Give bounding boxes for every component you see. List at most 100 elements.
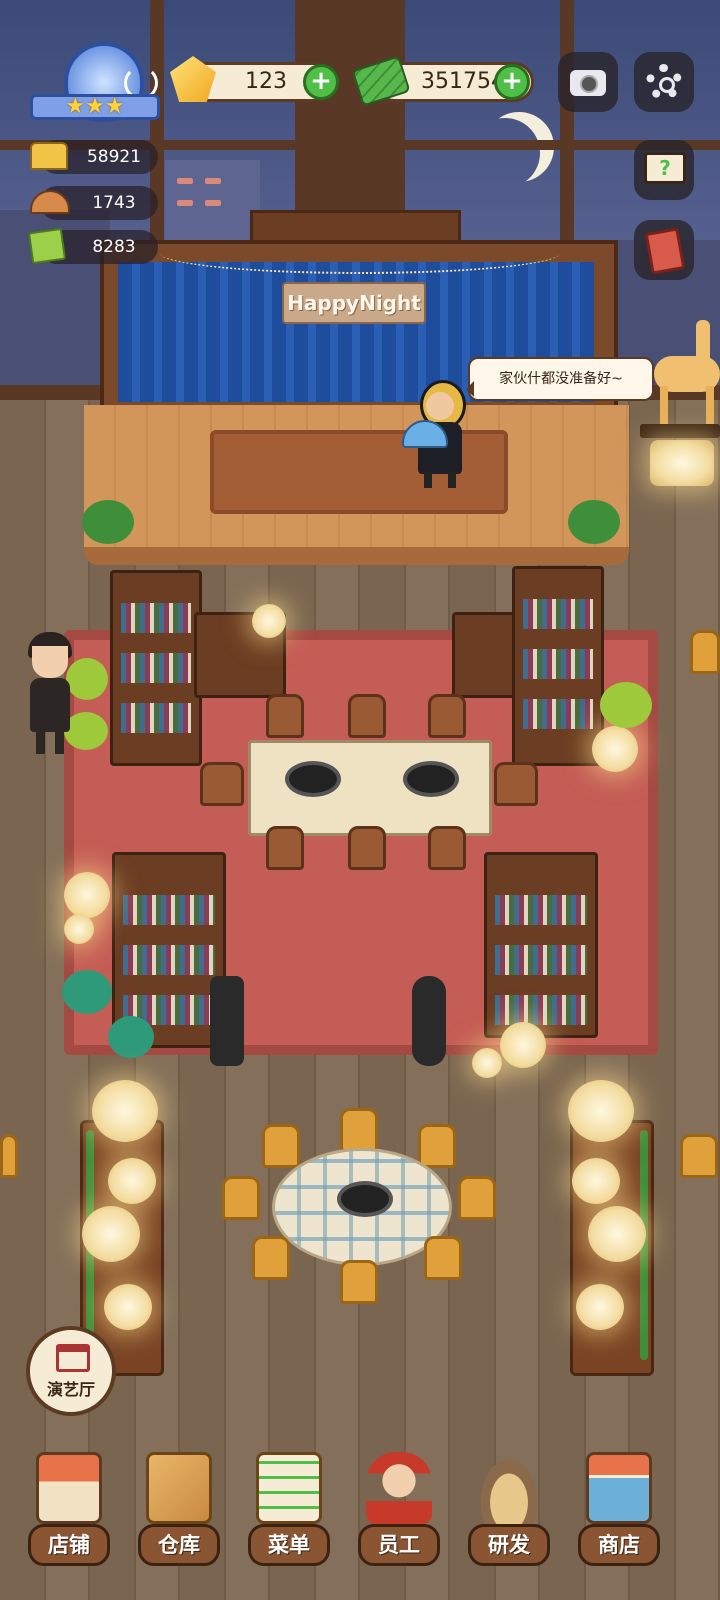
gear-icon: [646, 64, 682, 100]
bookshelf[interactable]: [484, 852, 598, 1038]
store-icon: [586, 1452, 652, 1524]
chair[interactable]: [252, 1236, 290, 1280]
long-dining-table[interactable]: [248, 740, 492, 836]
teal-bush: [108, 1016, 154, 1058]
chair[interactable]: [266, 694, 304, 738]
star-icon: ★★★: [65, 94, 125, 119]
orb-lamp: [104, 1284, 152, 1330]
chair[interactable]: [340, 1108, 378, 1152]
nav-staff[interactable]: 员工: [354, 1452, 444, 1580]
performer-face: [426, 392, 454, 420]
book-icon: [27, 227, 67, 265]
books: [523, 649, 593, 679]
bookshelf[interactable]: [110, 570, 202, 766]
bookshelf[interactable]: [512, 566, 604, 766]
books: [121, 603, 191, 633]
stage-plant: [82, 500, 134, 544]
waiter-character[interactable]: [24, 632, 76, 756]
nav-label: 店铺: [28, 1524, 110, 1566]
deer-pedestal: [640, 424, 720, 438]
nav-storage[interactable]: 仓库: [134, 1452, 224, 1580]
settings-button[interactable]: [634, 52, 694, 112]
staff-icon: [366, 1452, 432, 1524]
shop-icon: [36, 1452, 102, 1524]
books: [495, 945, 587, 975]
hotpot: [337, 1181, 393, 1217]
chair[interactable]: [428, 694, 466, 738]
orb-lamp: [568, 1080, 634, 1142]
waiter-face: [32, 646, 68, 678]
chair[interactable]: [494, 762, 538, 806]
chair[interactable]: [680, 1134, 718, 1178]
books: [523, 599, 593, 629]
chair[interactable]: [348, 826, 386, 870]
camera-button[interactable]: [558, 52, 618, 112]
moon: [470, 118, 540, 188]
chair[interactable]: [0, 1134, 18, 1178]
camera-icon: [570, 70, 606, 96]
recipe-book-button[interactable]: [634, 220, 694, 280]
add-gems-button[interactable]: +: [303, 64, 339, 100]
deer-leg: [660, 386, 668, 426]
guide-button[interactable]: ?: [634, 140, 694, 200]
theater-hall-label: 演艺厅: [46, 1380, 95, 1399]
theater-hall-button[interactable]: 演艺厅: [26, 1326, 116, 1416]
research-icon: [476, 1452, 542, 1524]
add-cash-button[interactable]: +: [494, 64, 530, 100]
string-lights: [160, 232, 560, 274]
hotpot: [403, 761, 459, 797]
gem-count: 123: [245, 69, 287, 94]
green-bush: [600, 682, 652, 728]
chair[interactable]: [428, 826, 466, 870]
recipe-count: 8283: [92, 237, 136, 257]
nav-menu[interactable]: 菜单: [244, 1452, 334, 1580]
theater-icon: [56, 1344, 90, 1372]
chair[interactable]: [458, 1176, 496, 1220]
chair[interactable]: [266, 826, 304, 870]
cash-count: 351754: [421, 69, 505, 94]
deer-leg: [706, 386, 714, 426]
orb-lamp: [108, 1158, 156, 1204]
chair[interactable]: [200, 762, 244, 806]
nav-store[interactable]: 商店: [574, 1452, 664, 1580]
level-badge[interactable]: ★★★: [30, 36, 160, 126]
chair[interactable]: [348, 694, 386, 738]
waiter-uniform: [30, 678, 70, 732]
orb-lamp: [576, 1284, 624, 1330]
stage-sign: HappyNight: [282, 282, 426, 324]
chair[interactable]: [418, 1124, 456, 1168]
orb-lamp: [82, 1206, 140, 1262]
books: [121, 703, 191, 733]
tall-vase[interactable]: [210, 976, 244, 1066]
seat-count: 58921: [86, 147, 142, 167]
books: [495, 895, 587, 925]
orb-lamp: [64, 914, 94, 944]
books: [123, 895, 215, 925]
storage-icon: [146, 1452, 212, 1524]
teal-bush: [62, 970, 112, 1014]
guide-book-icon: ?: [644, 152, 686, 184]
chair[interactable]: [262, 1124, 300, 1168]
dish-count: 1743: [92, 193, 136, 213]
menu-icon: [256, 1452, 322, 1524]
tall-vase[interactable]: [412, 976, 446, 1066]
nav-shop[interactable]: 店铺: [24, 1452, 114, 1580]
waiter-legs: [36, 730, 64, 754]
nav-label: 菜单: [248, 1524, 330, 1566]
orb-lamp: [64, 872, 110, 918]
books: [523, 699, 593, 729]
performer-legs: [424, 472, 456, 488]
deer-statue[interactable]: [640, 290, 720, 440]
chair[interactable]: [222, 1176, 260, 1220]
orb-lamp: [592, 726, 638, 772]
orb-lamp: [92, 1080, 158, 1142]
chair[interactable]: [340, 1260, 378, 1304]
chair[interactable]: [424, 1236, 462, 1280]
speech-bubble: 家伙什都没准备好~: [466, 357, 654, 401]
nav-research[interactable]: 研发: [464, 1452, 554, 1580]
orb-lamp: [252, 604, 286, 638]
orb-lamp: [500, 1022, 546, 1068]
books: [123, 945, 215, 975]
chair[interactable]: [690, 630, 720, 674]
orb-lamp: [572, 1158, 620, 1204]
